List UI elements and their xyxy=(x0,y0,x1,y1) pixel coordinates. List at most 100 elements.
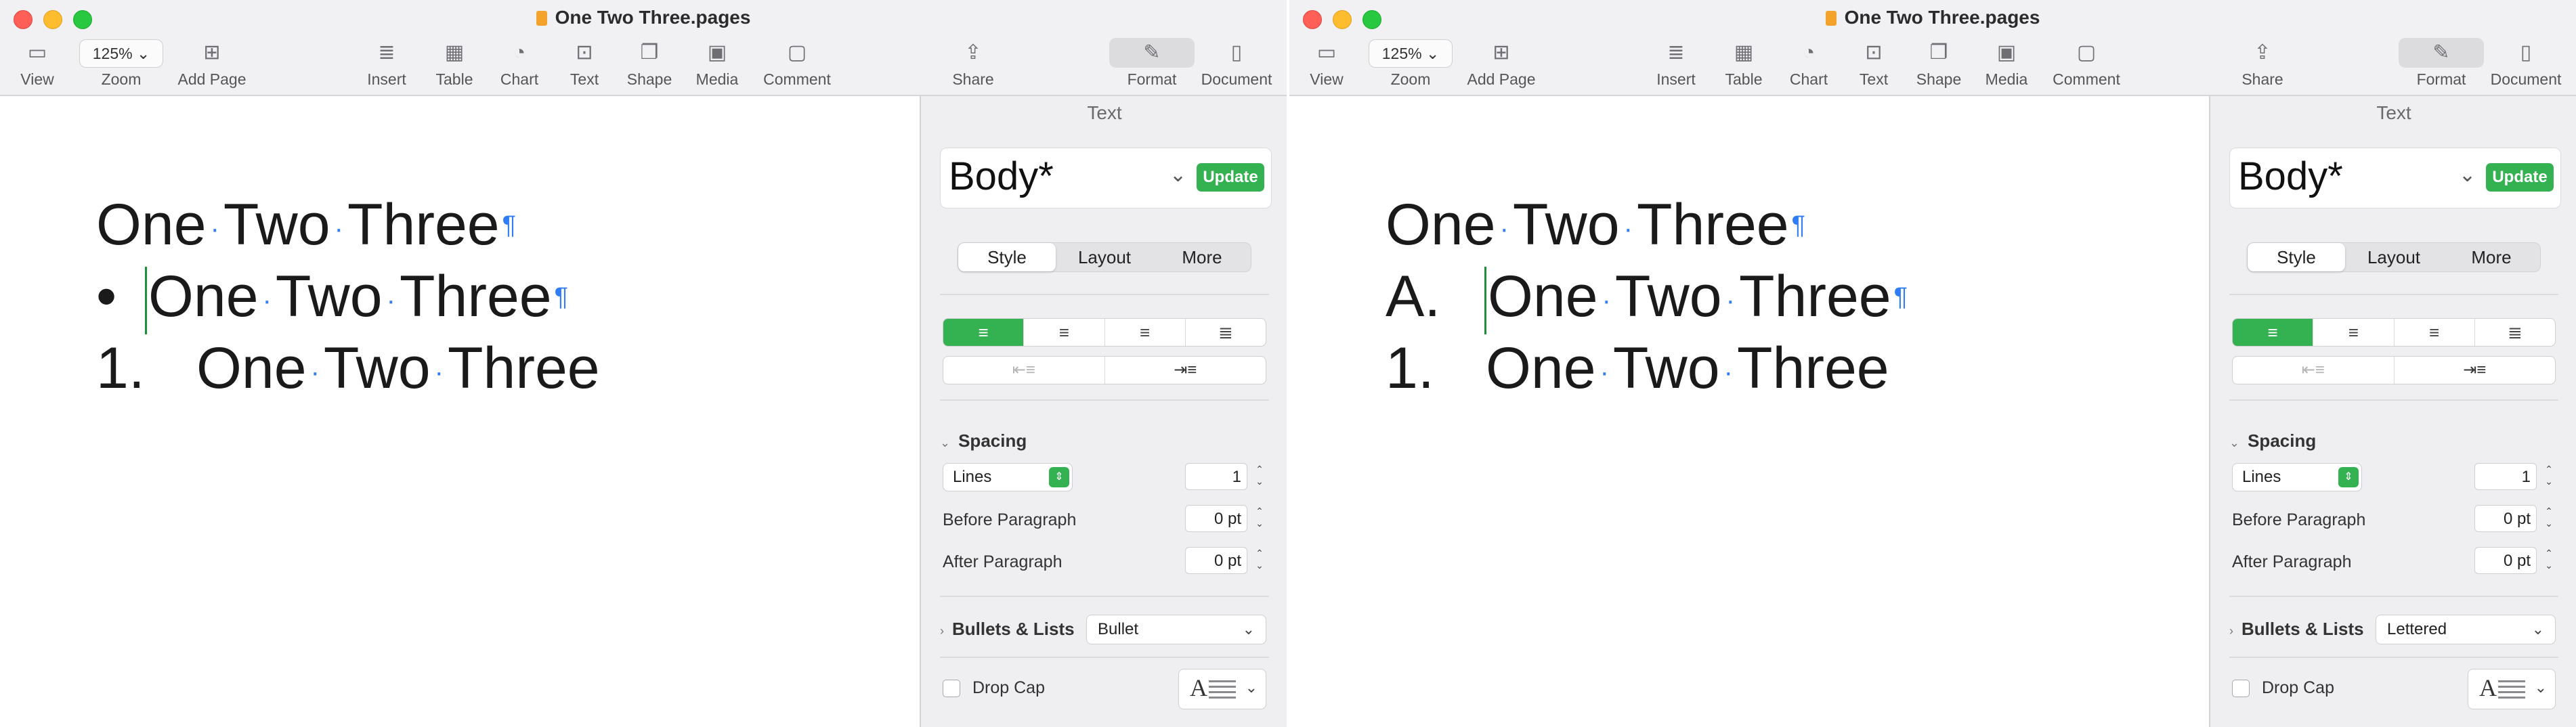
drop-cap-checkbox[interactable] xyxy=(2232,680,2250,697)
media-button[interactable]: ▣ Media xyxy=(692,39,742,89)
table-button[interactable]: ▦ Table xyxy=(432,39,477,89)
line-spacing-type-select[interactable]: Lines ⇕ xyxy=(2232,463,2362,491)
zoom-select[interactable]: 125% ⌄ xyxy=(79,39,163,68)
bullets-section-toggle[interactable]: › Bullets & Lists xyxy=(2229,619,2364,640)
format-inspector: Text Body* ⌄ Update Style Layout More ≡ … xyxy=(2209,96,2576,727)
window-title: One Two Three.pages xyxy=(0,5,1287,30)
document-canvas[interactable]: One ·Two ·Three ¶ A. One ·Two ·Three ¶ 1. One ·Tw… xyxy=(1289,96,2209,727)
align-center-icon[interactable]: ≡ xyxy=(1024,319,1105,346)
sidebar-icon: ▭ xyxy=(27,41,47,64)
tab-more[interactable]: More xyxy=(2443,243,2540,271)
update-style-button[interactable]: Update xyxy=(2486,163,2554,192)
line-spacing-field[interactable]: 1 xyxy=(2474,463,2537,490)
pilcrow-mark: ¶ xyxy=(554,283,569,311)
text-button[interactable]: ⊡ Text xyxy=(1851,39,1896,89)
before-paragraph-field[interactable]: 0 pt xyxy=(2474,505,2537,532)
drop-cap-label: Drop Cap xyxy=(972,678,1045,697)
drop-cap-style-picker[interactable]: A ⌄ xyxy=(2468,669,2556,709)
paragraph-1[interactable]: One ·Two ·Three ¶ xyxy=(96,191,516,263)
popup-arrows-icon: ⇕ xyxy=(2338,467,2359,487)
document-button[interactable]: ▯ Document xyxy=(2488,39,2564,89)
after-paragraph-field[interactable]: 0 pt xyxy=(1185,547,1247,574)
decrease-indent-icon[interactable]: ⇤≡ xyxy=(2233,357,2395,384)
tab-layout[interactable]: Layout xyxy=(2345,243,2443,271)
paragraph-3-numbered[interactable]: 1. One ·Two ·Three xyxy=(1386,334,1889,406)
text-box-icon: ⊡ xyxy=(576,41,593,64)
comment-button[interactable]: ▢ Comment xyxy=(2049,39,2124,89)
paragraph-1[interactable]: One ·Two ·Three ¶ xyxy=(1386,191,1805,263)
zoom-control[interactable]: 125% ⌄ Zoom xyxy=(79,39,164,89)
tab-more[interactable]: More xyxy=(1153,243,1251,271)
align-left-icon[interactable]: ≡ xyxy=(2233,319,2314,346)
view-button[interactable]: ▭ View xyxy=(15,39,60,89)
list-marker: 1. xyxy=(96,336,145,401)
indent-control: ⇤≡ ⇥≡ xyxy=(2232,356,2556,384)
bullets-style-select[interactable]: Bullet ⌄ xyxy=(1086,615,1266,644)
align-right-icon[interactable]: ≡ xyxy=(1105,319,1186,346)
toolbar: One Two Three.pages ▭ View 125% ⌄ Zoom ⊞… xyxy=(0,0,1287,96)
paragraph-style-picker[interactable]: Body* ⌄ Update xyxy=(940,148,1272,208)
align-left-icon[interactable]: ≡ xyxy=(943,319,1025,346)
document-button[interactable]: ▯ Document xyxy=(1199,39,1274,89)
align-justify-icon[interactable]: ≣ xyxy=(1186,319,1266,346)
tab-style[interactable]: Style xyxy=(2248,243,2345,271)
bullets-style-select[interactable]: Lettered ⌄ xyxy=(2376,615,2556,644)
bullets-section-toggle[interactable]: › Bullets & Lists xyxy=(940,619,1075,640)
line-spacing-stepper[interactable]: ⌃ ⌄ xyxy=(2542,463,2556,490)
tab-style[interactable]: Style xyxy=(958,243,1056,271)
insert-button[interactable]: ≣ Insert xyxy=(364,39,409,89)
align-center-icon[interactable]: ≡ xyxy=(2313,319,2395,346)
paragraph-2-bulleted[interactable]: • One ·Two ·Three ¶ xyxy=(96,263,569,335)
drop-cap-preview-icon: A xyxy=(1190,674,1207,701)
align-justify-icon[interactable]: ≣ xyxy=(2475,319,2555,346)
paragraph-style-picker[interactable]: Body* ⌄ Update xyxy=(2229,148,2561,208)
paintbrush-icon: ✎ xyxy=(2432,41,2450,64)
text-button[interactable]: ⊡ Text xyxy=(562,39,607,89)
zoom-select[interactable]: 125% ⌄ xyxy=(1369,39,1453,68)
shape-icon: ❐ xyxy=(1929,41,1948,64)
chart-button[interactable]: ◔ Chart xyxy=(497,39,542,89)
add-page-button[interactable]: ⊞ Add Page xyxy=(175,39,249,89)
comment-button[interactable]: ▢ Comment xyxy=(760,39,834,89)
format-button[interactable]: ✎ Format xyxy=(1124,39,1180,89)
document-canvas[interactable]: One ·Two ·Three ¶ • One ·Two ·Three ¶ 1. One ·Two… xyxy=(0,96,920,727)
update-style-button[interactable]: Update xyxy=(1197,163,1264,192)
line-spacing-type-select[interactable]: Lines ⇕ xyxy=(943,463,1073,491)
before-paragraph-stepper[interactable]: ⌃ ⌄ xyxy=(2542,505,2556,532)
line-spacing-stepper[interactable]: ⌃ ⌄ xyxy=(1253,463,1266,490)
screens: One Two Three.pages ▭ View 125% ⌄ Zoom ⊞… xyxy=(0,0,2576,727)
before-paragraph-field[interactable]: 0 pt xyxy=(1185,505,1247,532)
insert-button[interactable]: ≣ Insert xyxy=(1654,39,1698,89)
zoom-control[interactable]: 125% ⌄ Zoom xyxy=(1368,39,1453,89)
view-button[interactable]: ▭ View xyxy=(1304,39,1349,89)
drop-cap-style-picker[interactable]: A ⌄ xyxy=(1178,669,1266,709)
after-paragraph-stepper[interactable]: ⌃ ⌄ xyxy=(2542,547,2556,574)
tab-layout[interactable]: Layout xyxy=(1056,243,1153,271)
increase-indent-icon[interactable]: ⇥≡ xyxy=(2395,357,2556,384)
paragraph-3-numbered[interactable]: 1. One ·Two ·Three xyxy=(96,334,600,406)
share-button[interactable]: ⇪ Share xyxy=(948,39,998,89)
add-page-button[interactable]: ⊞ Add Page xyxy=(1464,39,1539,89)
line-spacing-field[interactable]: 1 xyxy=(1185,463,1247,490)
after-paragraph-field[interactable]: 0 pt xyxy=(2474,547,2537,574)
shape-button[interactable]: ❐ Shape xyxy=(1914,39,1964,89)
chart-button[interactable]: ◔ Chart xyxy=(1786,39,1831,89)
share-button[interactable]: ⇪ Share xyxy=(2237,39,2288,89)
media-button[interactable]: ▣ Media xyxy=(1981,39,2032,89)
table-button[interactable]: ▦ Table xyxy=(1721,39,1766,89)
chevron-down-icon[interactable]: ⌄ xyxy=(1169,163,1186,187)
increase-indent-icon[interactable]: ⇥≡ xyxy=(1105,357,1266,384)
spacing-section-toggle[interactable]: ⌄ Spacing xyxy=(940,431,1027,451)
after-paragraph-stepper[interactable]: ⌃ ⌄ xyxy=(1253,547,1266,574)
format-button[interactable]: ✎ Format xyxy=(2413,39,2469,89)
drop-cap-checkbox[interactable] xyxy=(943,680,960,697)
align-right-icon[interactable]: ≡ xyxy=(2395,319,2475,346)
shape-button[interactable]: ❐ Shape xyxy=(624,39,674,89)
decrease-indent-icon[interactable]: ⇤≡ xyxy=(943,357,1105,384)
paragraph-2-lettered[interactable]: A. One ·Two ·Three ¶ xyxy=(1386,263,1908,335)
chevron-down-icon[interactable]: ⌄ xyxy=(2459,163,2476,187)
before-paragraph-stepper[interactable]: ⌃ ⌄ xyxy=(1253,505,1266,532)
chevron-right-icon: › xyxy=(940,624,944,638)
divider xyxy=(2229,596,2558,597)
spacing-section-toggle[interactable]: ⌄ Spacing xyxy=(2229,431,2316,451)
